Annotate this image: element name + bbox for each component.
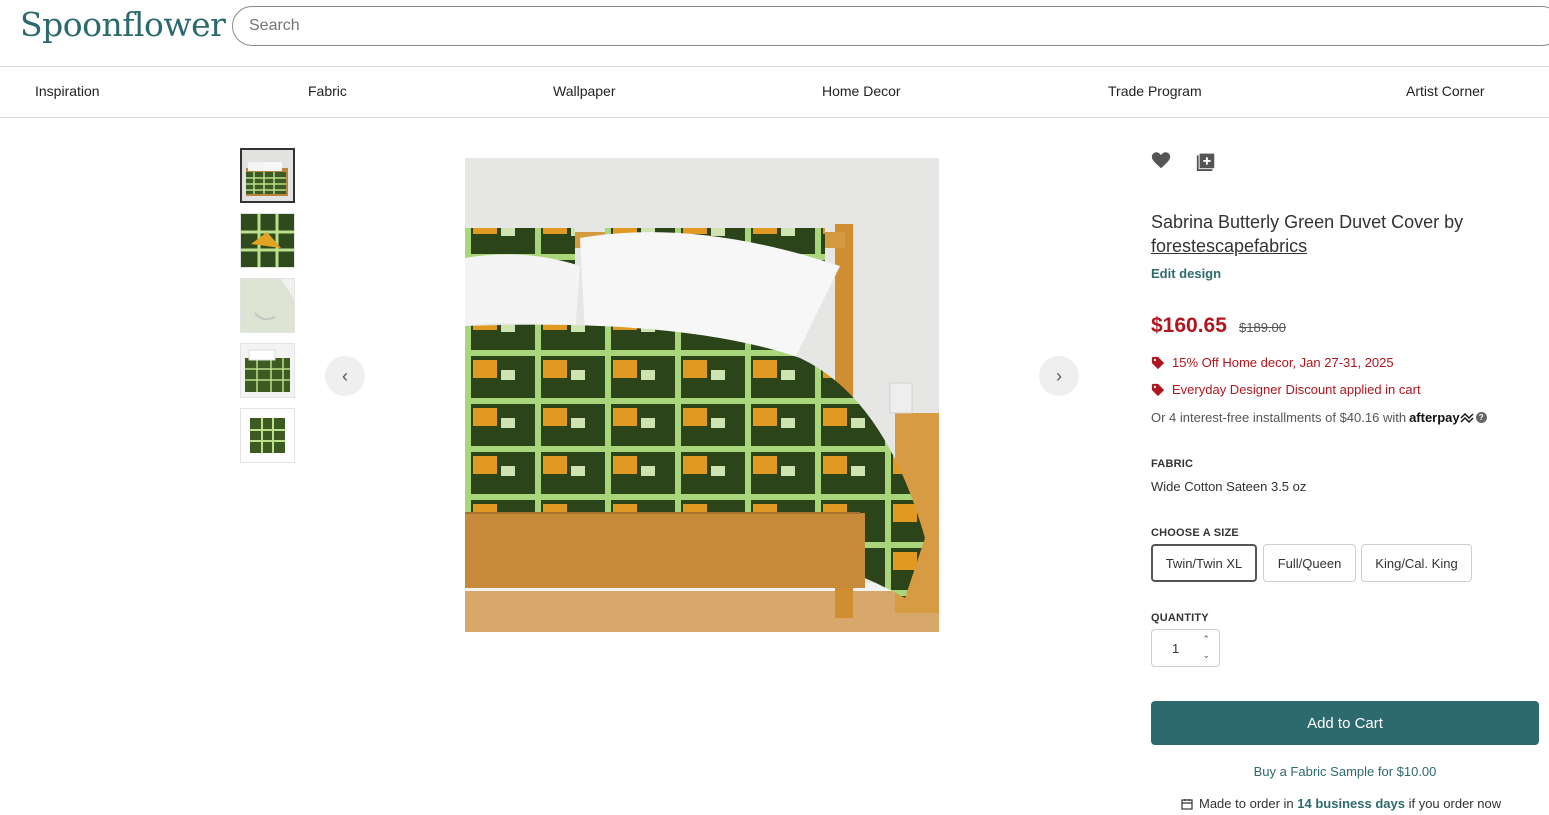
butterfly-thumbnail-image (241, 214, 294, 267)
size-option-king[interactable]: King/Cal. King (1361, 544, 1472, 582)
afterpay-logo: afterpay (1409, 410, 1460, 425)
made-to-order-suffix: if you order now (1408, 796, 1502, 811)
duvet-bed-illustration (465, 158, 939, 632)
size-option-twin[interactable]: Twin/Twin XL (1151, 544, 1257, 582)
promo-designer-discount: Everyday Designer Discount applied in ca… (1151, 382, 1421, 397)
chevron-down-icon[interactable]: ⌄ (1202, 650, 1210, 661)
thumbnail-duvet-bed-view[interactable] (240, 148, 295, 203)
original-price: $189.00 (1239, 320, 1286, 335)
sale-price: $160.65 (1151, 314, 1227, 337)
fabric-label: FABRIC (1151, 458, 1194, 470)
thumbnail-fabric-corner[interactable] (240, 278, 295, 333)
calendar-icon (1181, 798, 1193, 810)
size-option-full-queen[interactable]: Full/Queen (1263, 544, 1356, 582)
add-to-collection-button[interactable] (1195, 149, 1219, 173)
favorite-button[interactable] (1150, 149, 1174, 173)
buy-sample-link[interactable]: Buy a Fabric Sample for $10.00 (1151, 764, 1539, 779)
size-label: CHOOSE A SIZE (1151, 527, 1239, 539)
product-title: Sabrina Butterly Green Duvet Cover by fo… (1151, 210, 1531, 258)
duvet-thumbnail-image (242, 150, 293, 201)
swatch-thumbnail-image (241, 409, 294, 462)
chevron-left-icon: ‹ (342, 365, 348, 386)
nav-item-artist-corner[interactable]: Artist Corner (1406, 83, 1485, 99)
quantity-label: QUANTITY (1151, 612, 1209, 624)
previous-image-button[interactable]: ‹ (325, 356, 365, 396)
thumbnail-folded-duvet[interactable] (240, 343, 295, 398)
made-to-order-days: 14 business days (1297, 796, 1405, 811)
nav-item-inspiration[interactable]: Inspiration (35, 83, 100, 99)
quantity-stepper[interactable]: 1 ⌃ ⌄ (1151, 629, 1220, 667)
installments-text: Or 4 interest-free installments of $40.1… (1151, 410, 1407, 425)
nav-item-wallpaper[interactable]: Wallpaper (553, 83, 616, 99)
promo-home-decor: 15% Off Home decor, Jan 27-31, 2025 (1151, 355, 1394, 370)
made-to-order-info: Made to order in 14 business days if you… (1181, 796, 1501, 811)
afterpay-arrows-icon (1460, 412, 1474, 423)
promo-text: Everyday Designer Discount applied in ca… (1172, 382, 1421, 397)
quantity-value[interactable]: 1 (1172, 641, 1179, 656)
search-input[interactable] (232, 6, 1549, 46)
folded-duvet-thumbnail-image (241, 344, 294, 397)
installments-info: Or 4 interest-free installments of $40.1… (1151, 410, 1487, 425)
spoonflower-logo[interactable]: Spoonflower (20, 5, 226, 44)
site-header: Spoonflower (0, 0, 1549, 67)
fabric-value: Wide Cotton Sateen 3.5 oz (1151, 479, 1307, 494)
thumbnail-butterfly-closeup[interactable] (240, 213, 295, 268)
fabric-corner-thumbnail-image (241, 279, 294, 332)
main-nav: Inspiration Fabric Wallpaper Home Decor … (0, 67, 1549, 118)
thumbnail-swatch[interactable] (240, 408, 295, 463)
help-icon[interactable]: ? (1475, 412, 1487, 423)
designer-link[interactable]: forestescapefabrics (1151, 236, 1307, 256)
nav-item-home-decor[interactable]: Home Decor (822, 83, 901, 99)
add-collection-icon (1196, 153, 1215, 171)
chevron-up-icon[interactable]: ⌃ (1202, 634, 1210, 645)
chevron-right-icon: › (1056, 365, 1062, 386)
nav-item-trade-program[interactable]: Trade Program (1108, 83, 1202, 99)
next-image-button[interactable]: › (1039, 356, 1079, 396)
made-to-order-prefix: Made to order in (1199, 796, 1294, 811)
add-to-cart-button[interactable]: Add to Cart (1151, 701, 1539, 745)
product-main-image (465, 158, 939, 632)
nav-item-fabric[interactable]: Fabric (308, 83, 347, 99)
tag-icon (1151, 356, 1165, 369)
tag-icon (1151, 383, 1165, 396)
heart-icon (1151, 152, 1171, 169)
edit-design-link[interactable]: Edit design (1151, 266, 1221, 281)
promo-text: 15% Off Home decor, Jan 27-31, 2025 (1172, 355, 1394, 370)
product-title-text: Sabrina Butterly Green Duvet Cover by (1151, 212, 1464, 232)
